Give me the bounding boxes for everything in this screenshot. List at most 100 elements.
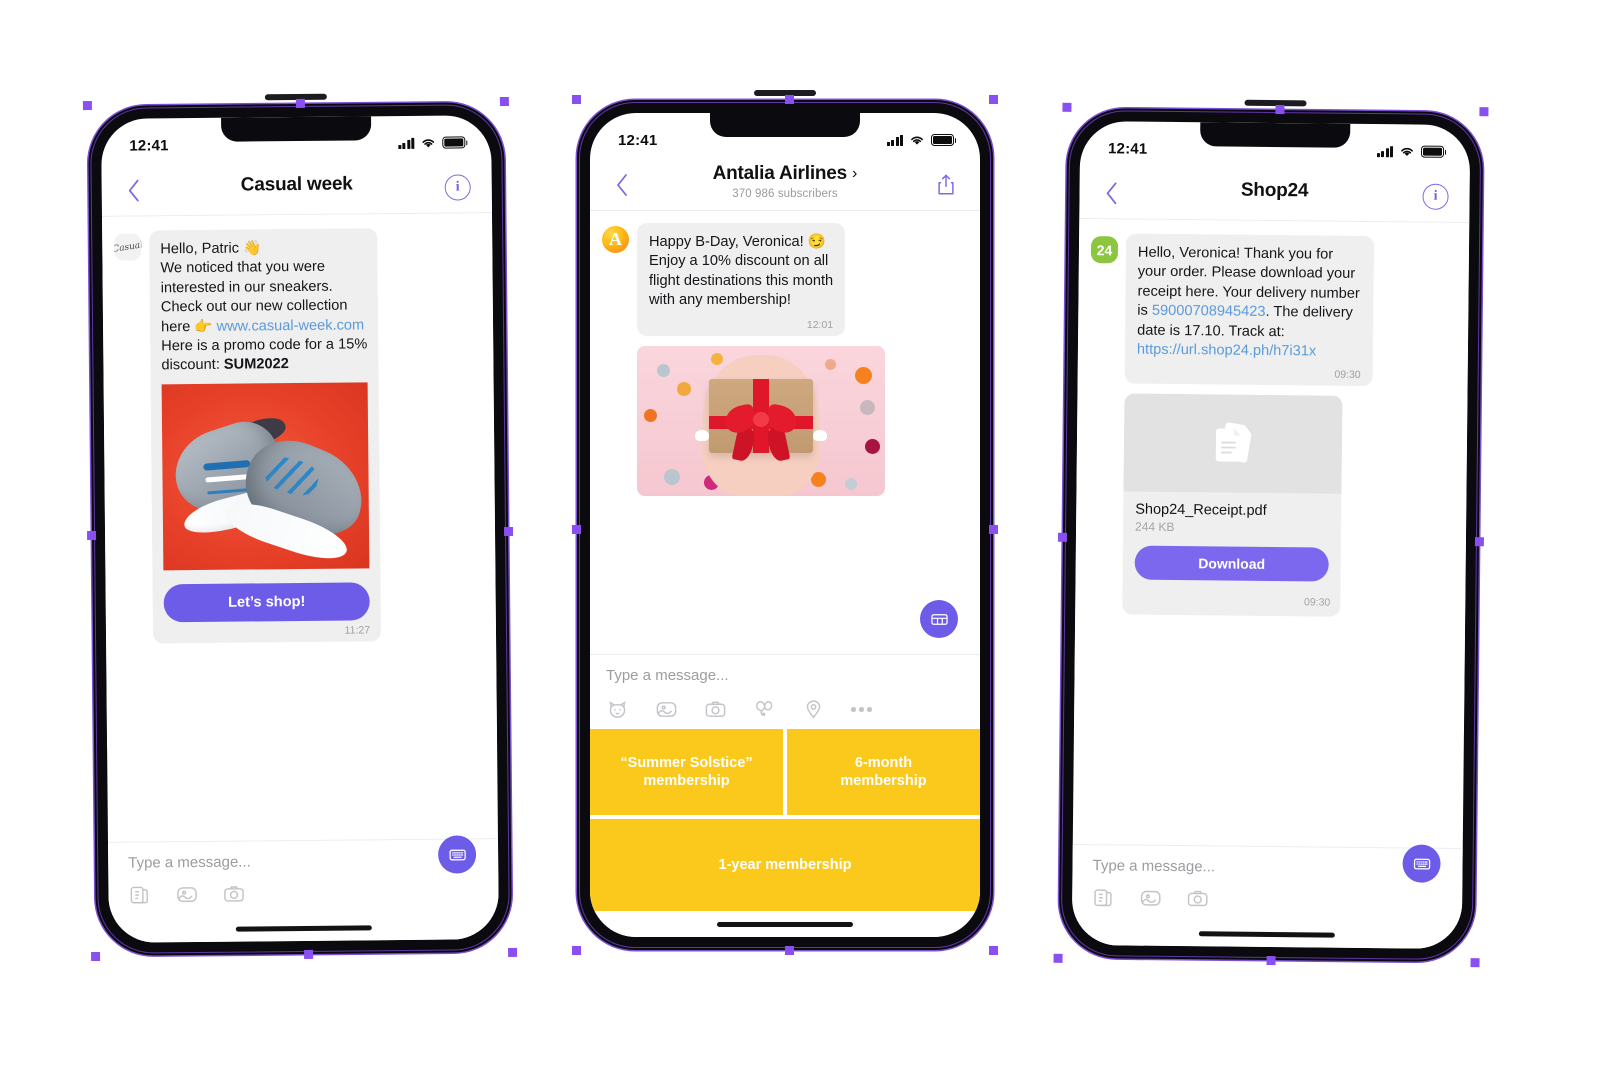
home-indicator xyxy=(1071,918,1462,950)
phone-screen-casual-week: 12:41 Casual week i Casual Hello, Patric… xyxy=(101,115,499,943)
camera-icon[interactable] xyxy=(704,698,727,721)
btn-line-1: “Summer Solstice” xyxy=(620,754,753,771)
selection-handle[interactable] xyxy=(295,98,305,109)
location-pin-icon[interactable] xyxy=(802,698,825,721)
back-chevron-icon[interactable] xyxy=(1097,180,1123,206)
message-input[interactable]: Type a message... xyxy=(1092,857,1442,878)
selection-handle[interactable] xyxy=(503,526,514,537)
selection-handle[interactable] xyxy=(1053,953,1063,963)
status-time: 12:41 xyxy=(1107,139,1148,158)
keyboard-icon[interactable] xyxy=(920,600,958,638)
info-icon[interactable]: i xyxy=(444,173,472,201)
selection-handle[interactable] xyxy=(785,95,794,104)
message-text: Hello, Patric 👋 We noticed that you were… xyxy=(160,238,367,376)
tracking-url-link[interactable]: https://url.shop24.ph/h7i31x xyxy=(1137,342,1316,360)
summer-solstice-membership-button[interactable]: “Summer Solstice” membership xyxy=(590,729,783,815)
message-bubble[interactable]: Hello, Veronica! Thank you for your orde… xyxy=(1124,233,1375,387)
selection-handle[interactable] xyxy=(82,100,92,111)
promo-link[interactable]: www.casual-week.com xyxy=(216,317,364,334)
camera-icon[interactable] xyxy=(222,883,245,906)
sticker-cat-icon[interactable] xyxy=(606,698,629,721)
msg-line-3: interested in our sneakers. xyxy=(160,278,333,297)
screenshot-canvas: 12:41 Casual week i Casual Hello, Patric… xyxy=(0,0,1600,1089)
image-icon[interactable] xyxy=(655,698,678,721)
info-glyph: i xyxy=(444,173,471,201)
selection-handle[interactable] xyxy=(989,946,998,955)
quick-menu-row: “Summer Solstice” membership 6-month membe… xyxy=(590,729,980,815)
avatar-wordmark: Casual xyxy=(114,239,142,255)
message-timestamp: 09:30 xyxy=(1334,369,1361,382)
shop24-avatar[interactable]: 24 xyxy=(1090,236,1119,264)
message-bubble[interactable]: Happy B-Day, Veronica! 😏 Enjoy a 10% dis… xyxy=(637,223,846,336)
selection-handle[interactable] xyxy=(989,525,998,534)
selection-handle[interactable] xyxy=(1275,105,1285,115)
file-meta: Shop24_Receipt.pdf 244 KB Download xyxy=(1122,492,1341,592)
share-icon[interactable] xyxy=(932,171,960,199)
selection-handle[interactable] xyxy=(508,947,518,958)
keyboard-icon[interactable] xyxy=(437,835,477,874)
message-composer: Type a message... xyxy=(590,654,980,729)
selection-handle[interactable] xyxy=(1479,107,1489,117)
selection-handle[interactable] xyxy=(989,95,998,104)
message-row: 24 Hello, Veronica! Thank you for your o… xyxy=(1090,233,1454,387)
image-icon[interactable] xyxy=(175,883,198,906)
chat-thread-shop24: 24 Hello, Veronica! Thank you for your o… xyxy=(1073,218,1470,734)
nav-bar-antalia: Antalia Airlines › 370 986 subscribers xyxy=(590,159,980,212)
phone-screen-antalia: 12:41 Antalia Airlines › 370 986 subscri… xyxy=(590,113,980,937)
message-bubble[interactable]: Hello, Patric 👋 We noticed that you were… xyxy=(149,228,382,644)
one-year-membership-button[interactable]: 1-year membership xyxy=(590,819,980,911)
promo-line: Here is a promo code for a 15% xyxy=(161,336,368,355)
home-indicator xyxy=(108,913,499,943)
message-input[interactable]: Type a message... xyxy=(606,667,964,684)
battery-icon xyxy=(442,136,466,149)
selection-handle[interactable] xyxy=(1062,102,1072,112)
selection-handle[interactable] xyxy=(572,525,581,534)
camera-icon[interactable] xyxy=(1186,887,1209,910)
lets-shop-button[interactable]: Let’s shop! xyxy=(163,582,370,623)
selection-handle[interactable] xyxy=(1266,955,1276,966)
six-month-membership-button[interactable]: 6-month membership xyxy=(787,729,980,815)
selection-handle[interactable] xyxy=(87,530,97,541)
back-chevron-icon[interactable] xyxy=(608,172,634,198)
btn-line-1: 1-year membership xyxy=(718,856,852,873)
wave-emoji: 👋 xyxy=(242,240,262,257)
selection-handle[interactable] xyxy=(304,949,314,959)
antalia-airlines-avatar[interactable]: A xyxy=(602,226,629,254)
status-time: 12:41 xyxy=(129,136,169,155)
tracking-number-link[interactable]: 59000708945423 xyxy=(1152,303,1266,320)
chevron-right-icon: › xyxy=(852,164,858,182)
back-chevron-icon[interactable] xyxy=(120,177,146,203)
selection-handle[interactable] xyxy=(1057,532,1068,542)
msg-line-2: Enjoy a 10% discount on all xyxy=(649,253,829,270)
chat-spacer xyxy=(1073,729,1464,848)
keyboard-icon[interactable] xyxy=(1402,844,1441,883)
sneakers-promo-image[interactable] xyxy=(161,382,370,571)
chat-thread-casual-week: Casual Hello, Patric 👋 We noticed that y… xyxy=(101,213,498,748)
download-button[interactable]: Download xyxy=(1134,546,1329,583)
chat-spacer xyxy=(107,744,498,842)
nav-bar-casual-week: Casual week i xyxy=(101,161,492,217)
selection-handle[interactable] xyxy=(572,946,581,955)
message-row: A Happy B-Day, Veronica! 😏 Enjoy a 10% d… xyxy=(602,223,964,336)
selection-handle[interactable] xyxy=(785,946,794,955)
more-dots-icon[interactable] xyxy=(851,707,872,712)
wifi-icon xyxy=(422,139,435,148)
selection-handle[interactable] xyxy=(91,951,101,962)
selection-handle[interactable] xyxy=(499,96,509,107)
nav-bar-shop24: Shop24 i xyxy=(1079,166,1470,224)
gift-box-image[interactable] xyxy=(637,345,885,496)
image-icon[interactable] xyxy=(1139,887,1162,910)
gift-balloon-icon[interactable] xyxy=(753,698,776,721)
file-attachment-card[interactable]: Shop24_Receipt.pdf 244 KB Download 09:30 xyxy=(1122,393,1343,618)
selection-handle[interactable] xyxy=(572,95,581,104)
file-name: Shop24_Receipt.pdf xyxy=(1135,502,1267,520)
sticker-pack-icon[interactable] xyxy=(128,883,151,906)
sticker-pack-icon[interactable] xyxy=(1092,886,1115,909)
phone-shop24: 12:41 Shop24 i 24 Hello, Veronica! Thank… xyxy=(1053,99,1489,968)
info-icon[interactable]: i xyxy=(1421,182,1449,210)
page-title[interactable]: Antalia Airlines xyxy=(713,163,848,185)
chat-thread-antalia: A Happy B-Day, Veronica! 😏 Enjoy a 10% d… xyxy=(590,211,980,575)
selection-handle[interactable] xyxy=(1470,958,1480,968)
selection-handle[interactable] xyxy=(1474,537,1484,547)
casual-week-avatar[interactable]: Casual xyxy=(114,233,142,261)
